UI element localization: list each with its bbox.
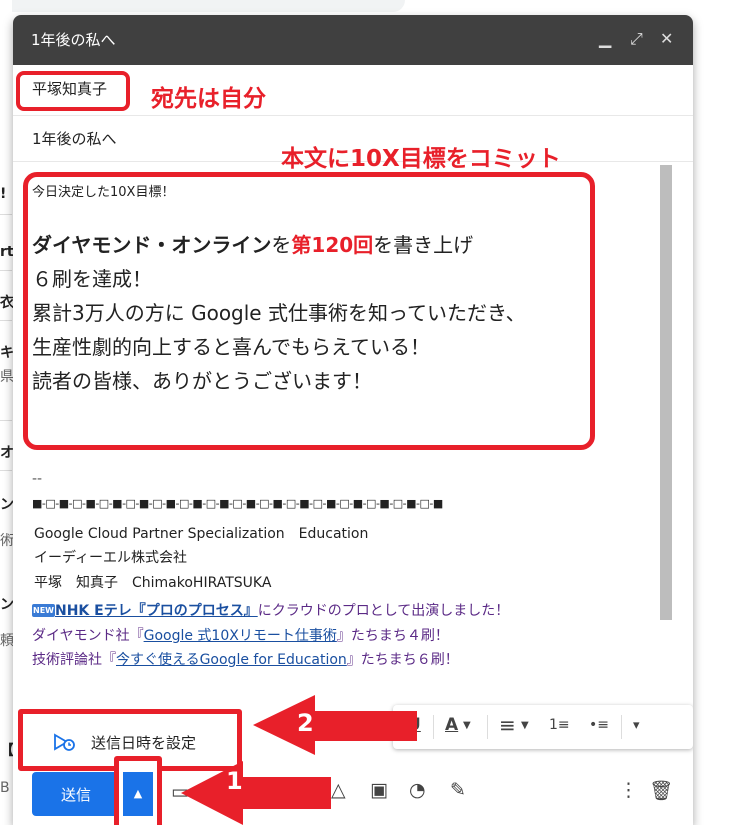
arrow-2-annotation	[253, 695, 417, 755]
body-line1-bold: ダイヤモンド・オンライン	[32, 233, 272, 257]
toolbar-divider	[433, 715, 434, 739]
compose-window: 1年後の私へ ▁ ⤢ ✕ 平塚知真子 宛先は自分 1年後の私へ 本文に10X目標…	[13, 15, 693, 825]
body-line-4: 生産性劇的向上すると喜んでもらえている！	[32, 335, 430, 359]
toolbar-divider	[621, 715, 622, 739]
more-formatting-button[interactable]: ▾	[633, 718, 640, 733]
minimize-icon[interactable]: ▁	[599, 29, 611, 48]
promo2-link[interactable]: Google 式10Xリモート仕事術	[144, 628, 337, 644]
signature-promo-1: NEWNHK Eテレ『プロのプロセス』にクラウドのプロとして出演しました！	[32, 600, 509, 620]
arrow-1-annotation	[181, 761, 331, 825]
signature-pattern: ■-□-■-□-■-□-■-□-■-□-■-□-■-□-■-□-■-□-■-□-…	[32, 497, 443, 510]
trash-icon[interactable]: 🗑	[649, 779, 673, 802]
signature-promo-2: ダイヤモンド社『Google 式10Xリモート仕事術』たちまち４刷！	[32, 625, 449, 645]
bulleted-list-button[interactable]: •≡	[589, 717, 609, 733]
bg-divider	[0, 320, 12, 321]
recipient-chip[interactable]: 平塚知真子	[32, 78, 107, 99]
scrollbar-thumb[interactable]	[660, 165, 672, 620]
send-label: 送信	[61, 786, 92, 804]
signature-dash: --	[32, 471, 43, 487]
text-color-button[interactable]: A	[445, 715, 458, 735]
bg-fragment: キ	[0, 345, 14, 361]
schedule-send-option[interactable]: 送信日時を設定	[91, 732, 196, 753]
annotation-commit: 本文に10X目標をコミット	[281, 146, 561, 172]
subject-text: 1年後の私へ	[32, 130, 117, 148]
bg-fragment: オ	[0, 445, 14, 461]
promo1-link[interactable]: NHK Eテレ『プロのプロセス』	[55, 603, 258, 619]
annotation-step-1: 1	[226, 767, 243, 795]
browser-top-strip	[0, 0, 405, 12]
new-badge-icon: NEW	[32, 604, 55, 617]
promo3-rest: 』たちまち６刷！	[346, 652, 459, 668]
signature-promo-3: 技術評論社『今すぐ使えるGoogle for Education』たちまち６刷！	[32, 649, 459, 669]
chevron-down-icon[interactable]: ▼	[521, 720, 529, 731]
bg-fragment: ン	[0, 497, 14, 513]
compose-titlebar[interactable]: 1年後の私へ ▁ ⤢ ✕	[13, 15, 693, 65]
drive-icon[interactable]: △	[331, 779, 346, 801]
bg-fragment: 頼	[0, 633, 14, 649]
promo2-pre: ダイヤモンド社『	[32, 628, 144, 644]
signature-line-3: 平塚 知真子 ChimakoHIRATSUKA	[34, 575, 272, 591]
body-line1-red: 第120回	[291, 233, 374, 257]
send-options-button[interactable]: ▲	[123, 772, 153, 816]
signature-line-1: Google Cloud Partner Specialization Educ…	[34, 526, 369, 542]
promo2-rest: 』たちまち４刷！	[336, 628, 449, 644]
align-button[interactable]: ≡	[499, 713, 516, 737]
bg-divider	[0, 214, 12, 215]
schedule-clock-icon	[53, 732, 77, 756]
annotation-step-2: 2	[297, 709, 314, 737]
body-line1-mid: を	[271, 233, 292, 257]
bg-fragment: B	[0, 780, 10, 796]
bg-divider	[0, 270, 12, 271]
compose-title: 1年後の私へ	[31, 31, 116, 49]
bg-divider	[0, 420, 12, 421]
formatting-toolbar: U A ▼ ≡ ▼ 1≡ •≡ ▾	[393, 705, 693, 749]
background-email-list: ! rt 衣 キ 県 オ ン 術 ン 頼 【 B	[0, 0, 14, 825]
signature-pen-icon[interactable]: ✎	[450, 779, 466, 801]
send-button[interactable]: 送信	[32, 772, 122, 816]
bg-fragment: rt	[0, 244, 14, 260]
bg-divider	[0, 470, 12, 471]
numbered-list-button[interactable]: 1≡	[549, 717, 570, 733]
body-line-5: 読者の皆様、ありがとうございます！	[32, 369, 372, 393]
promo1-text: にクラウドのプロとして出演しました！	[257, 603, 510, 619]
bg-fragment: 県	[0, 369, 14, 385]
body-line-1: ダイヤモンド・オンラインを第120回を書き上げ	[32, 229, 473, 258]
confidential-mode-icon[interactable]: ◔	[409, 779, 426, 801]
bg-fragment: ン	[0, 597, 14, 613]
body-line-2: ６刷を達成！	[32, 267, 152, 291]
close-icon[interactable]: ✕	[660, 29, 673, 48]
expand-icon[interactable]: ⤢	[630, 29, 643, 49]
body-line-3: 累計3万人の方に Google 式仕事術を知っていただき、	[32, 301, 526, 325]
bg-fragment: 【	[0, 743, 14, 759]
body-line1-end: を書き上げ	[373, 233, 474, 257]
more-options-icon[interactable]: ⋮	[619, 779, 638, 801]
signature-line-2: イーディーエル株式会社	[34, 550, 188, 566]
bg-fragment: 術	[0, 533, 14, 549]
bg-fragment: 衣	[0, 295, 14, 311]
insert-photo-icon[interactable]: ▣	[370, 779, 388, 801]
promo3-pre: 技術評論社『	[32, 652, 116, 668]
bg-fragment: !	[0, 186, 7, 202]
promo3-link[interactable]: 今すぐ使えるGoogle for Education	[116, 652, 347, 668]
toolbar-divider	[487, 715, 488, 739]
chevron-down-icon[interactable]: ▼	[463, 720, 471, 731]
annotation-to-self: 宛先は自分	[151, 86, 266, 112]
